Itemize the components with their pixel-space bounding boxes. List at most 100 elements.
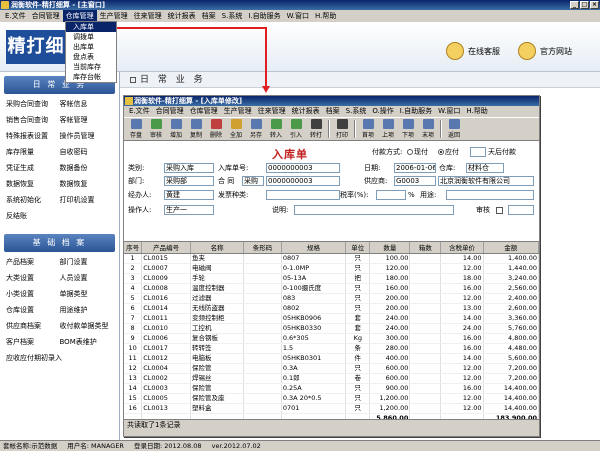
inner-menu-reports[interactable]: 统计报表 bbox=[289, 106, 323, 117]
menu-reports[interactable]: 统计报表 bbox=[165, 10, 199, 22]
minimize-button[interactable]: _ bbox=[570, 1, 579, 9]
table-cell[interactable]: 083 bbox=[281, 293, 347, 304]
table-cell[interactable]: 复合钢板 bbox=[190, 333, 245, 344]
sidebar-item[interactable]: 大类设置 bbox=[6, 270, 60, 286]
table-cell[interactable]: 10 bbox=[124, 343, 143, 354]
table-cell[interactable]: 0.25A bbox=[281, 383, 347, 394]
table-cell[interactable]: 160.00 bbox=[369, 283, 411, 294]
tax-input[interactable] bbox=[376, 190, 406, 200]
sidebar-item[interactable]: 打印机设置 bbox=[60, 192, 114, 208]
table-cell[interactable]: CL0016 bbox=[141, 293, 191, 304]
pay-days-input[interactable] bbox=[470, 147, 486, 157]
sidebar-item[interactable]: 小类设置 bbox=[6, 286, 60, 302]
table-cell[interactable]: 只 bbox=[345, 393, 371, 404]
table-cell[interactable]: 100.00 bbox=[369, 253, 411, 264]
table-row[interactable]: 11 CL0012 电脑板 05HKB0301 件 400.00 14.00 5,600.00 bbox=[124, 353, 539, 364]
table-cell[interactable] bbox=[243, 263, 282, 274]
table-cell[interactable]: 0.3A bbox=[281, 363, 347, 374]
sidebar-item[interactable]: 客户档案 bbox=[6, 334, 60, 350]
table-cell[interactable]: 400.00 bbox=[369, 353, 411, 364]
table-cell[interactable] bbox=[409, 353, 442, 364]
contract-no-input[interactable]: 0000000003 bbox=[266, 176, 340, 186]
table-cell[interactable]: 2,560.00 bbox=[483, 283, 539, 294]
table-row[interactable]: 8 CL0010 工控机 05HKB0330 套 240.00 24.00 5,760.00 bbox=[124, 323, 539, 334]
table-cell[interactable]: 7,200.00 bbox=[483, 363, 539, 374]
table-cell[interactable]: 套 bbox=[345, 323, 371, 334]
sidebar-item[interactable]: 采购合同查询 bbox=[6, 96, 60, 112]
table-cell[interactable]: 手轮 bbox=[190, 273, 245, 284]
table-cell[interactable]: 5 bbox=[124, 293, 143, 304]
table-cell[interactable]: 0.1郎 bbox=[281, 373, 347, 384]
table-row[interactable]: 6 CL0014 无线防盗器 0802 只 200.00 13.00 2,600.00 bbox=[124, 303, 539, 314]
sidebar-item[interactable]: 数据备份 bbox=[60, 160, 114, 176]
table-cell[interactable]: 保险管及座 bbox=[190, 393, 245, 404]
menu-file[interactable]: E.文件 bbox=[2, 10, 29, 22]
inner-menu-archive[interactable]: 档案 bbox=[323, 106, 343, 117]
table-row[interactable]: 5 CL0016 过滤器 083 只 200.00 12.00 2,400.00 bbox=[124, 293, 539, 304]
table-row[interactable]: 7 CL0011 变频控制柜 05HKB0906 套 240.00 14.00 3,360.0… bbox=[124, 313, 539, 324]
col-header[interactable]: 金额 bbox=[483, 242, 539, 254]
table-cell[interactable]: CL0013 bbox=[141, 403, 191, 414]
sidebar-item[interactable]: 数据恢复 bbox=[6, 176, 60, 192]
table-cell[interactable]: 无线防盗器 bbox=[190, 303, 245, 314]
table-cell[interactable]: CL0011 bbox=[141, 313, 191, 324]
table-cell[interactable]: 280.00 bbox=[369, 343, 411, 354]
table-cell[interactable]: CL0005 bbox=[141, 393, 191, 404]
table-cell[interactable]: 保险管 bbox=[190, 363, 245, 374]
sidebar-item[interactable]: 特殊报表设置 bbox=[6, 128, 60, 144]
sidebar-item[interactable]: 数据恢复 bbox=[60, 176, 114, 192]
warehouse-input[interactable]: 材料仓 bbox=[466, 163, 504, 173]
col-header[interactable]: 单位 bbox=[345, 242, 371, 254]
use-input[interactable] bbox=[446, 190, 534, 200]
sidebar-item[interactable]: 凭证生成 bbox=[6, 160, 60, 176]
menu-self-service[interactable]: I.自助服务 bbox=[245, 10, 283, 22]
inner-menu-self-service[interactable]: I.自助服务 bbox=[397, 106, 435, 117]
table-cell[interactable]: 只 bbox=[345, 363, 371, 374]
table-cell[interactable]: 11 bbox=[124, 353, 143, 364]
table-cell[interactable]: 0.6*305 bbox=[281, 333, 347, 344]
table-cell[interactable] bbox=[409, 263, 442, 274]
table-cell[interactable]: 电脑板 bbox=[190, 353, 245, 364]
table-cell[interactable]: 12.00 bbox=[440, 263, 484, 274]
sidebar-item[interactable]: 反结账 bbox=[6, 208, 60, 224]
table-cell[interactable]: 12.00 bbox=[440, 393, 484, 404]
date-input[interactable]: 2006-01-06 bbox=[394, 163, 436, 173]
next-button[interactable]: 下项 bbox=[398, 118, 418, 140]
table-cell[interactable]: 13 bbox=[124, 373, 143, 384]
table-cell[interactable] bbox=[243, 333, 282, 344]
pay-credit-radio[interactable]: 应付 bbox=[438, 147, 459, 157]
sidebar-item[interactable]: 客帐管理 bbox=[60, 112, 114, 128]
sidebar-item[interactable]: 供应商档案 bbox=[6, 318, 60, 334]
table-cell[interactable] bbox=[409, 393, 442, 404]
table-cell[interactable]: 2,600.00 bbox=[483, 303, 539, 314]
save-as-button[interactable]: 另存 bbox=[246, 118, 266, 140]
table-cell[interactable]: 12 bbox=[124, 363, 143, 374]
sidebar-item[interactable]: 产品档案 bbox=[6, 254, 60, 270]
sidebar-item[interactable]: 单据类型 bbox=[60, 286, 114, 302]
no-input[interactable]: 0000000003 bbox=[266, 163, 340, 173]
table-cell[interactable]: 4 bbox=[124, 283, 143, 294]
inner-menu-system[interactable]: S.系统 bbox=[343, 106, 370, 117]
table-cell[interactable]: 5,760.00 bbox=[483, 323, 539, 334]
table-cell[interactable] bbox=[243, 393, 282, 404]
table-row[interactable]: 3 CL0009 手轮 05-13A 把 180.00 18.00 3,240.00 bbox=[124, 273, 539, 284]
table-cell[interactable]: 焊锡丝 bbox=[190, 373, 245, 384]
table-cell[interactable] bbox=[243, 293, 282, 304]
table-cell[interactable] bbox=[243, 353, 282, 364]
dropdown-item-stocktake[interactable]: 盘点表 bbox=[66, 52, 116, 62]
dropdown-item-ledger[interactable]: 库存台帐 bbox=[66, 72, 116, 82]
table-cell[interactable]: 12.00 bbox=[440, 363, 484, 374]
table-cell[interactable]: 2 bbox=[124, 263, 143, 274]
supplier-code-input[interactable]: G0003 bbox=[394, 176, 436, 186]
table-cell[interactable]: CL0007 bbox=[141, 263, 191, 274]
table-cell[interactable]: 16.00 bbox=[440, 283, 484, 294]
col-header[interactable]: 条形码 bbox=[243, 242, 282, 254]
copy-button[interactable]: 复制 bbox=[186, 118, 206, 140]
sidebar-item[interactable]: 用途维护 bbox=[60, 302, 114, 318]
table-cell[interactable]: 0-1.0MP bbox=[281, 263, 347, 274]
table-cell[interactable]: 工控机 bbox=[190, 323, 245, 334]
table-cell[interactable]: 300.00 bbox=[369, 333, 411, 344]
table-cell[interactable]: 14,400.00 bbox=[483, 403, 539, 414]
table-cell[interactable]: 件 bbox=[345, 353, 371, 364]
table-cell[interactable]: 套 bbox=[345, 313, 371, 324]
